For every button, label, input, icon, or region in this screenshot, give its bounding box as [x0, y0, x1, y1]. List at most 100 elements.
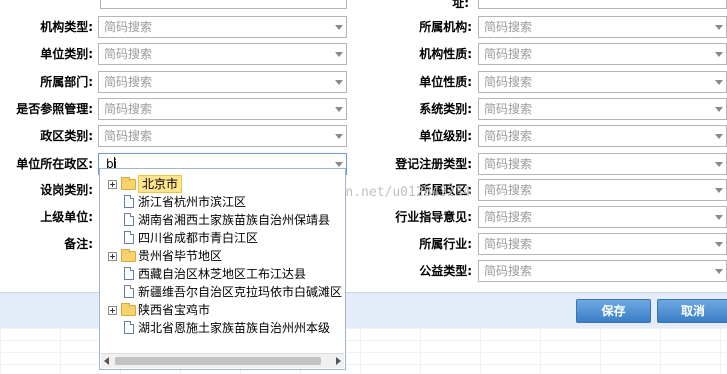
- right-select[interactable]: 简码搜索: [478, 16, 727, 38]
- folder-icon: [121, 249, 136, 262]
- chevron-down-icon[interactable]: [335, 162, 343, 167]
- tree-node[interactable]: 浙江省杭州市滨江区: [108, 193, 340, 211]
- chevron-down-icon[interactable]: [715, 188, 723, 193]
- search-placeholder: 简码搜索: [484, 20, 533, 34]
- tree-node-label: 贵州省毕节地区: [138, 249, 223, 263]
- left-field-label: 单位类别:: [40, 47, 93, 61]
- search-placeholder: 简码搜索: [484, 210, 533, 224]
- right-select[interactable]: 简码搜索: [478, 71, 727, 93]
- top-cut-label: 址:: [452, 0, 469, 10]
- left-select[interactable]: 简码搜索: [98, 71, 347, 93]
- left-field-label: 政区类别:: [40, 129, 93, 143]
- left-field-label: 设岗类别:: [40, 183, 93, 197]
- left-select[interactable]: 简码搜索: [98, 43, 347, 65]
- chevron-down-icon[interactable]: [715, 162, 723, 167]
- chevron-down-icon[interactable]: [715, 52, 723, 57]
- chevron-down-icon[interactable]: [335, 134, 343, 139]
- right-field-label: 机构性质:: [419, 47, 472, 61]
- left-field-label: 所属部门:: [40, 75, 93, 89]
- search-placeholder: 简码搜索: [484, 237, 533, 251]
- tree-node-label: 新疆维吾尔自治区克拉玛依市白碱滩区: [138, 285, 343, 299]
- top-cut-field-left[interactable]: [100, 0, 347, 9]
- chevron-down-icon[interactable]: [335, 107, 343, 112]
- left-field-label: 机构类型:: [40, 20, 93, 34]
- expand-plus-icon[interactable]: [108, 180, 117, 189]
- search-placeholder: 简码搜索: [104, 129, 153, 143]
- tree-node-label: 湖北省恩施土家族苗族自治州州本级: [138, 321, 331, 335]
- right-select[interactable]: 简码搜索: [478, 153, 727, 175]
- file-icon: [124, 213, 134, 226]
- right-select[interactable]: 简码搜索: [478, 233, 727, 255]
- search-placeholder: 简码搜索: [104, 20, 153, 34]
- search-placeholder: 简码搜索: [484, 157, 533, 171]
- chevron-down-icon[interactable]: [715, 269, 723, 274]
- tree-node-label: 四川省成都市青白江区: [138, 231, 259, 245]
- scroll-left-arrow-icon[interactable]: [104, 357, 109, 365]
- top-cut-field-right[interactable]: [478, 0, 727, 9]
- tree-node-label: 陕西省宝鸡市: [138, 303, 211, 317]
- right-select[interactable]: 简码搜索: [478, 179, 727, 201]
- tree-node[interactable]: 北京市: [108, 175, 340, 193]
- save-button[interactable]: 保存: [576, 299, 651, 323]
- search-placeholder: 简码搜索: [104, 75, 153, 89]
- tree-node-label: 西藏自治区林芝地区工布江达县: [138, 267, 307, 281]
- left-field-label: 上级单位:: [40, 210, 93, 224]
- right-select[interactable]: 简码搜索: [478, 43, 727, 65]
- right-field-label: 公益类型:: [419, 264, 472, 278]
- left-field-label: 单位所在政区:: [16, 157, 93, 171]
- search-placeholder: 简码搜索: [484, 183, 533, 197]
- right-select[interactable]: 简码搜索: [478, 98, 727, 120]
- right-field-label: 单位级别:: [419, 129, 472, 143]
- file-icon: [124, 195, 134, 208]
- right-field-label: 系统类别:: [419, 102, 472, 116]
- left-select[interactable]: 简码搜索: [98, 125, 347, 147]
- folder-icon: [121, 303, 136, 316]
- tree-node[interactable]: 新疆维吾尔自治区克拉玛依市白碱滩区: [108, 283, 343, 301]
- left-field-label: 备注:: [64, 237, 93, 251]
- chevron-down-icon[interactable]: [715, 25, 723, 30]
- expand-plus-icon[interactable]: [108, 252, 117, 261]
- tree-node-label: 湖南省湘西土家族苗族自治州保靖县: [138, 213, 331, 227]
- tree-node[interactable]: 贵州省毕节地区: [108, 247, 340, 265]
- expand-plus-icon[interactable]: [108, 306, 117, 315]
- horizontal-scrollbar[interactable]: [101, 353, 344, 368]
- scroll-thumb[interactable]: [115, 357, 321, 365]
- tree-node[interactable]: 湖北省恩施土家族苗族自治州州本级: [108, 319, 340, 337]
- chevron-down-icon[interactable]: [335, 25, 343, 30]
- chevron-down-icon[interactable]: [715, 242, 723, 247]
- chevron-down-icon[interactable]: [715, 134, 723, 139]
- scroll-right-arrow-icon[interactable]: [336, 357, 341, 365]
- tree-node[interactable]: 西藏自治区林芝地区工布江达县: [108, 265, 340, 283]
- search-placeholder: 简码搜索: [484, 75, 533, 89]
- left-select[interactable]: 简码搜索: [98, 98, 347, 120]
- tree-node-label: 北京市: [138, 175, 183, 193]
- search-placeholder: 简码搜索: [484, 264, 533, 278]
- search-placeholder: 简码搜索: [484, 47, 533, 61]
- right-field-label: 单位性质:: [419, 75, 472, 89]
- search-placeholder: 简码搜索: [484, 102, 533, 116]
- cancel-button[interactable]: 取消: [657, 299, 727, 323]
- tree-node[interactable]: 四川省成都市青白江区: [108, 229, 340, 247]
- right-select[interactable]: 简码搜索: [478, 206, 727, 228]
- folder-icon: [121, 177, 136, 190]
- left-field-label: 是否参照管理:: [16, 102, 93, 116]
- right-field-label: 所属机构:: [419, 20, 472, 34]
- search-placeholder: 简码搜索: [104, 102, 153, 116]
- search-placeholder: 简码搜索: [104, 47, 153, 61]
- tree-node[interactable]: 陕西省宝鸡市: [108, 301, 340, 319]
- left-select[interactable]: 简码搜索: [98, 16, 347, 38]
- right-field-label: 行业指导意见:: [395, 210, 472, 224]
- region-tree-dropdown[interactable]: 北京市浙江省杭州市滨江区湖南省湘西土家族苗族自治州保靖县 四川省成都市青白江区 贵州…: [99, 168, 346, 370]
- right-select[interactable]: 简码搜索: [478, 260, 727, 282]
- right-field-label: 登记注册类型:: [395, 157, 472, 171]
- chevron-down-icon[interactable]: [335, 52, 343, 57]
- chevron-down-icon[interactable]: [715, 215, 723, 220]
- right-select[interactable]: 简码搜索: [478, 125, 727, 147]
- file-icon: [124, 321, 134, 334]
- chevron-down-icon[interactable]: [715, 80, 723, 85]
- chevron-down-icon[interactable]: [335, 80, 343, 85]
- tree-node[interactable]: 湖南省湘西土家族苗族自治州保靖县: [108, 211, 340, 229]
- tree-node-label: 浙江省杭州市滨江区: [138, 195, 247, 209]
- search-placeholder: 简码搜索: [484, 129, 533, 143]
- chevron-down-icon[interactable]: [715, 107, 723, 112]
